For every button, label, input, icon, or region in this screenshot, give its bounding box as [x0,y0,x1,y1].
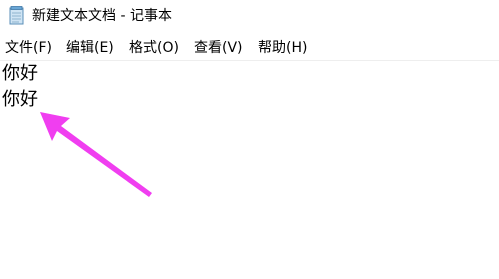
title-bar[interactable]: 新建文本文档 - 记事本 [0,0,499,34]
menu-help[interactable]: 帮助(H) [258,39,307,57]
text-editor[interactable]: 你好 你好 [0,61,499,279]
menu-format[interactable]: 格式(O) [129,39,179,57]
text-line-2: 你好 [2,89,38,110]
text-line-1: 你好 [2,63,38,84]
menu-file[interactable]: 文件(F) [5,39,52,57]
menu-edit[interactable]: 编辑(E) [66,39,114,57]
notepad-window: 新建文本文档 - 记事本 文件(F) 编辑(E) 格式(O) 查看(V) 帮助(… [0,0,499,279]
notepad-icon [9,6,24,25]
menu-bar: 文件(F) 编辑(E) 格式(O) 查看(V) 帮助(H) [0,36,499,60]
menu-view[interactable]: 查看(V) [194,39,243,57]
window-title: 新建文本文档 - 记事本 [32,8,172,24]
